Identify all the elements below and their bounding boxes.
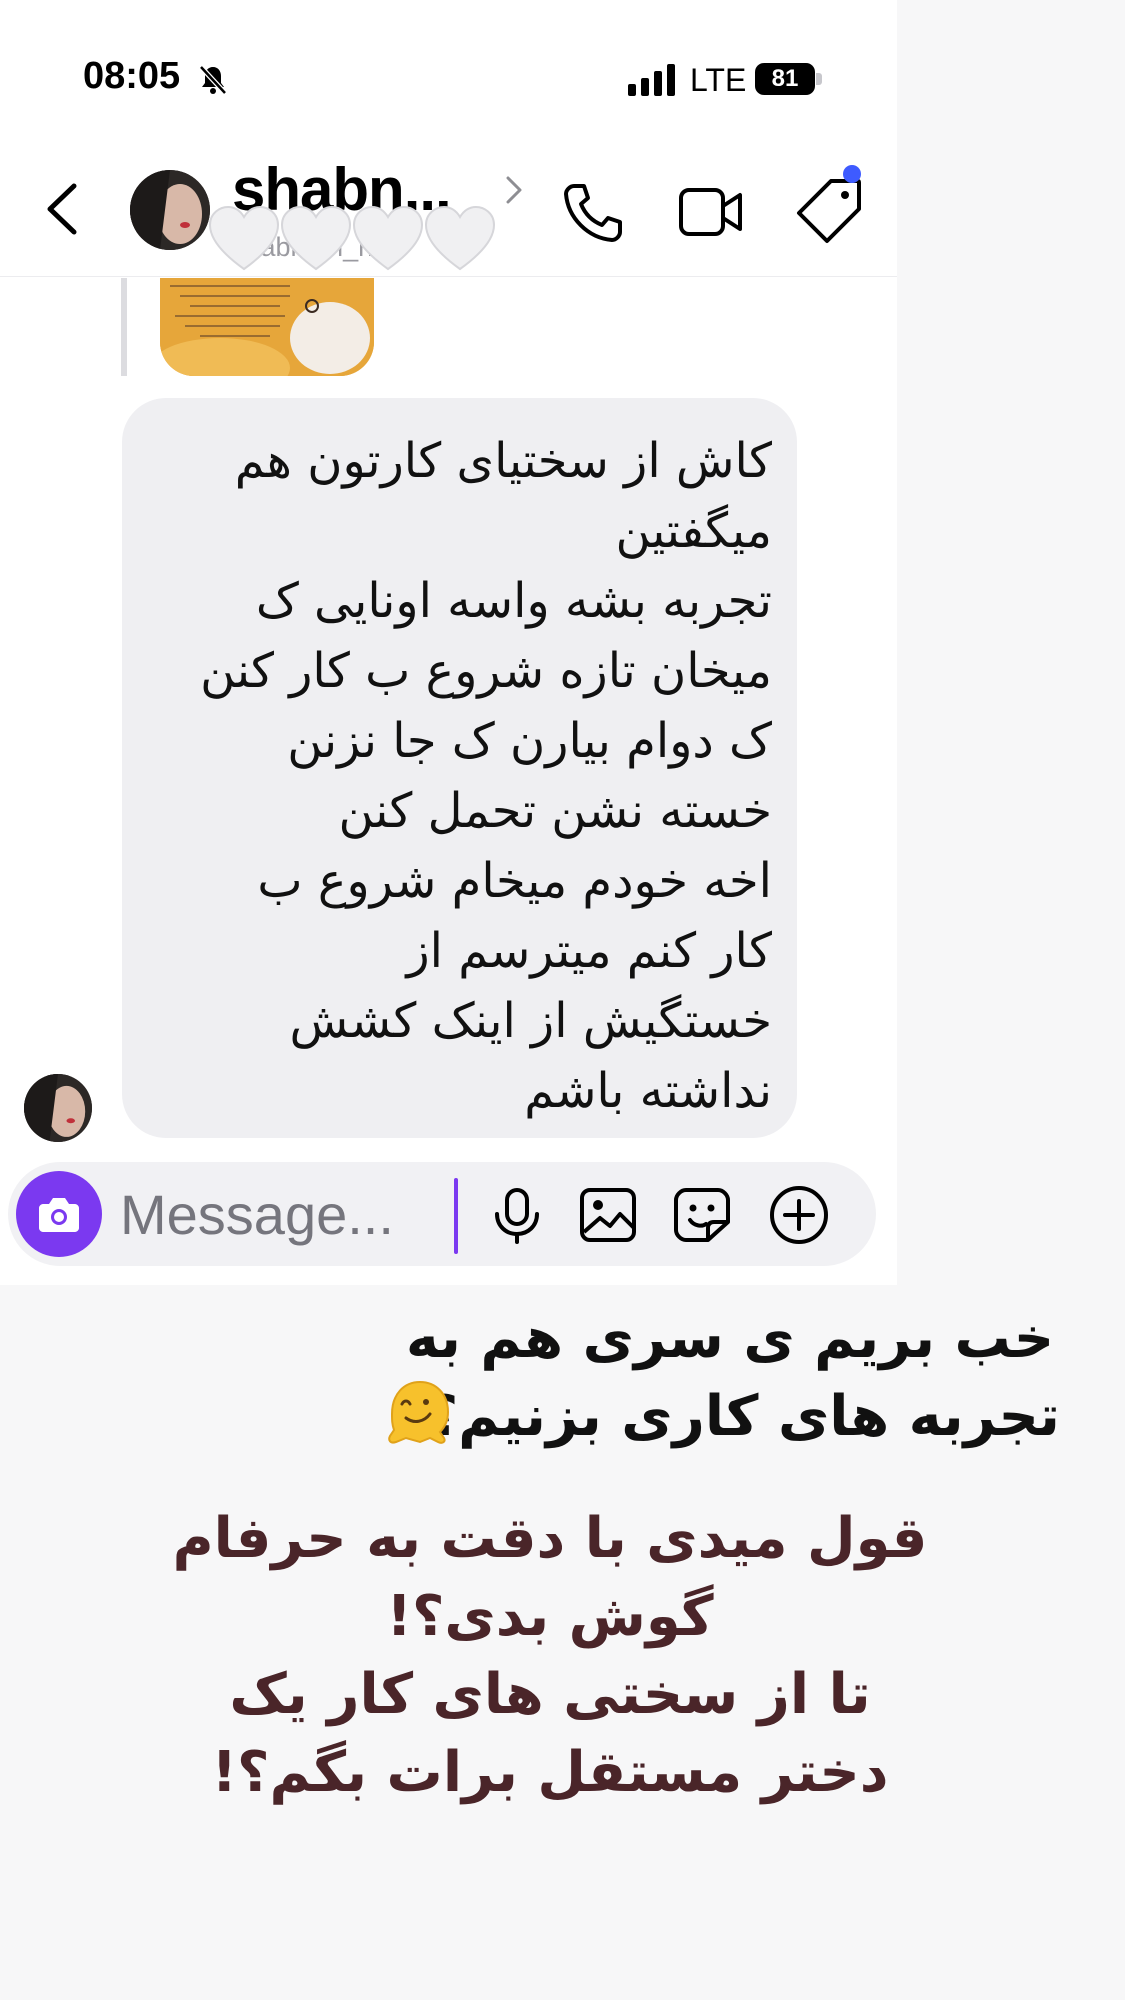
add-icon[interactable]: [768, 1184, 830, 1246]
story-reply-thumbnail[interactable]: [160, 278, 374, 376]
back-icon[interactable]: [38, 178, 88, 240]
reply-quote-bar: [121, 278, 127, 376]
call-icon[interactable]: [560, 180, 626, 246]
story-caption-top: خب بریم ی سری هم به تجربه های کاری بزنیم…: [400, 1306, 1060, 1449]
notification-dot: [843, 165, 861, 183]
story-thumbnail-image: [160, 278, 374, 376]
message-input[interactable]: [120, 1180, 440, 1248]
message-text: کاش از سختیای کارتون هم میگفتین تجربه بش…: [200, 433, 772, 1119]
header-divider: [0, 276, 897, 277]
status-time: 08:05: [83, 55, 181, 97]
camera-icon: [39, 1198, 79, 1232]
avatar[interactable]: [130, 170, 210, 250]
network-type: LTE: [690, 62, 747, 98]
hearts-sticker: [208, 205, 496, 271]
battery-level: 81: [755, 63, 815, 95]
mic-icon[interactable]: [491, 1188, 543, 1244]
battery-cap: [816, 73, 822, 85]
battery-icon: 81: [755, 63, 823, 95]
text-caret: [454, 1178, 458, 1254]
sticker-icon[interactable]: [672, 1186, 732, 1244]
avatar-photo: [130, 170, 210, 250]
tag-icon[interactable]: [795, 175, 865, 245]
story-caption-bottom: قول میدی با دقت به حرفام گوش بدی؟! تا از…: [172, 1506, 928, 1805]
sender-avatar[interactable]: [24, 1074, 92, 1142]
bell-slash-icon: [199, 65, 227, 95]
gallery-icon[interactable]: [578, 1186, 638, 1244]
camera-button[interactable]: [16, 1171, 102, 1257]
message-bubble[interactable]: کاش از سختیای کارتون هم میگفتین تجربه بش…: [122, 398, 797, 1138]
dm-screenshot-card: 08:05 LTE 81 shabnam_nu shabn...: [0, 0, 897, 1285]
signal-bars-icon: [628, 64, 675, 96]
melting-face-emoji: [388, 1380, 450, 1444]
message-composer: [8, 1162, 876, 1266]
chevron-right-icon[interactable]: [500, 172, 528, 208]
sender-avatar-photo: [24, 1074, 92, 1142]
video-icon[interactable]: [678, 182, 744, 242]
